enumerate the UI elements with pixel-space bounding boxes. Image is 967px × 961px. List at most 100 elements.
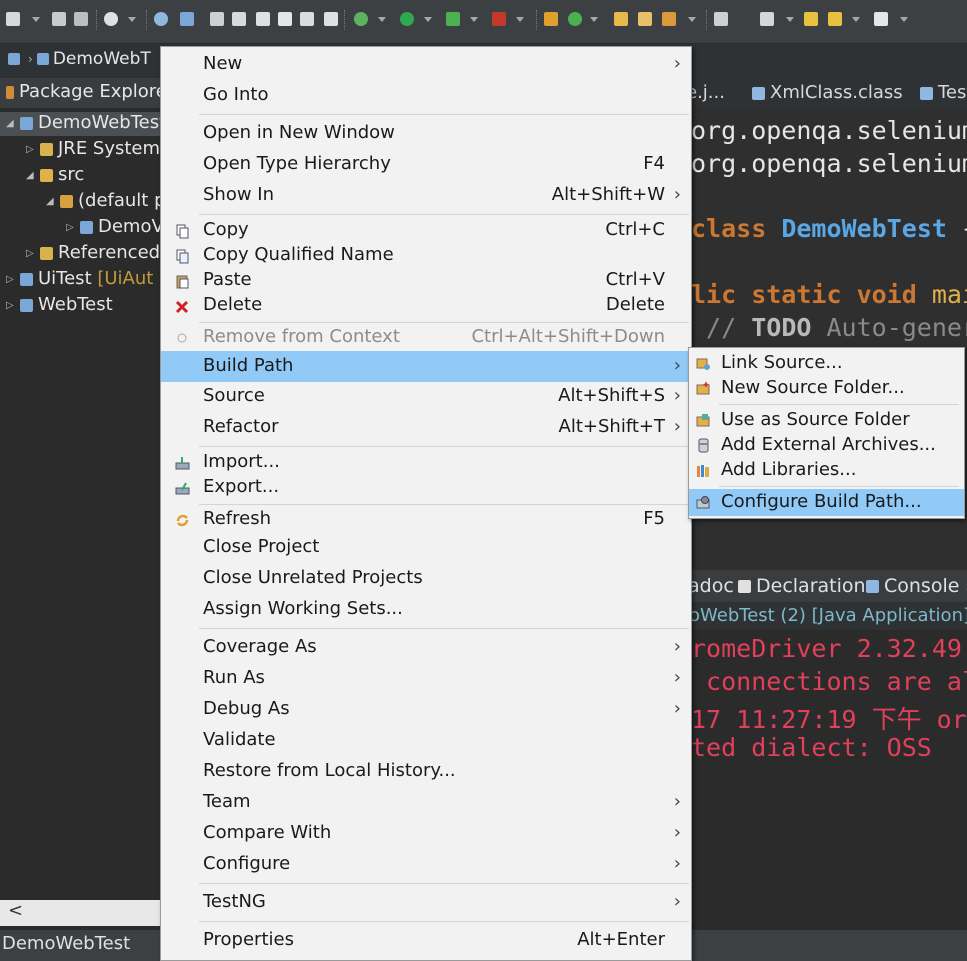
scroll-left-icon[interactable]: < [8, 900, 23, 921]
expand-icon[interactable]: ▷ [6, 274, 20, 285]
editor-tab-test[interactable]: Test [920, 82, 967, 103]
menu-item-close-project[interactable]: Close Project [161, 534, 691, 562]
submenu-item-use-as-source-folder[interactable]: Use as Source Folder [689, 407, 964, 434]
tree-item-uitest[interactable]: ▷ UiTest [UiAut [6, 268, 153, 292]
menu-item-close-unrelated-projects[interactable]: Close Unrelated Projects [161, 565, 691, 593]
open-folder-icon[interactable] [614, 12, 628, 26]
workspace-icon[interactable] [8, 53, 20, 65]
menu-item-validate[interactable]: Validate [161, 727, 691, 755]
tree-item-webtest[interactable]: ▷ WebTest [6, 294, 113, 318]
skip-breakpoints-icon[interactable] [154, 12, 168, 26]
search-pin-icon[interactable] [232, 12, 246, 26]
debug-dropdown-icon[interactable] [128, 17, 136, 22]
submenu-item-configure-build-path[interactable]: Configure Build Path... [689, 489, 964, 516]
tree-item-referenced[interactable]: ▷ Referenced [26, 242, 160, 266]
menu-item-debug-as[interactable]: Debug As › [161, 696, 691, 724]
submenu-item-new-source-folder[interactable]: New Source Folder... [689, 375, 964, 402]
menu-item-export[interactable]: Export... [161, 474, 691, 502]
javadoc-tab[interactable]: adoc [688, 575, 734, 597]
forward-dropdown-icon[interactable] [900, 17, 908, 22]
submenu-item-link-source[interactable]: Link Source... [689, 350, 964, 377]
tree-item-src[interactable]: ◢ src [26, 164, 84, 188]
menu-item-properties[interactable]: Properties Alt+Enter [161, 927, 691, 955]
menu-item-refresh[interactable]: Refresh F5 [161, 506, 691, 534]
menu-item-import[interactable]: Import... [161, 449, 691, 477]
back-arrow-icon[interactable] [828, 12, 842, 26]
debug-arrow-dropdown-icon[interactable] [378, 17, 386, 22]
menu-item-copy-qualified-name[interactable]: Copy Qualified Name [161, 242, 691, 270]
prev-annotation-dropdown-icon[interactable] [786, 17, 794, 22]
coverage-icon[interactable] [446, 12, 460, 26]
save-icon[interactable] [52, 12, 66, 26]
menu-item-open-type-hierarchy[interactable]: Open Type Hierarchy F4 [161, 151, 691, 179]
menu-item-build-path[interactable]: Build Path › [161, 351, 691, 382]
book-icon[interactable] [278, 12, 292, 26]
forward-arrow-icon[interactable] [874, 12, 888, 26]
external-tools-dropdown-icon[interactable] [516, 17, 524, 22]
debug-person-icon[interactable] [104, 12, 118, 26]
new-icon[interactable] [6, 12, 20, 26]
collapse-icon[interactable]: ◢ [46, 196, 60, 207]
menu-item-copy[interactable]: Copy Ctrl+C [161, 217, 691, 245]
list-icon[interactable] [300, 12, 314, 26]
declaration-tab[interactable]: Declaration [738, 575, 866, 597]
expand-icon[interactable]: ▷ [26, 248, 40, 259]
external-tools-icon[interactable] [492, 12, 506, 26]
menu-item-testng[interactable]: TestNG › [161, 889, 691, 917]
horizontal-scrollbar[interactable]: < [0, 900, 185, 926]
open-task-icon[interactable] [638, 12, 652, 26]
package-explorer-tab[interactable]: Package Explore [0, 78, 185, 108]
tree-item-demowebtest[interactable]: ◢ DemoWebTest [0, 112, 185, 136]
menu-item-compare-with[interactable]: Compare With › [161, 820, 691, 848]
tree-item-demo-class[interactable]: ▷ DemoV [66, 216, 164, 240]
debug-arrow-icon[interactable] [354, 12, 368, 26]
brush-dropdown-icon[interactable] [688, 17, 696, 22]
menu-item-delete[interactable]: Delete Delete [161, 292, 691, 320]
menu-item-configure[interactable]: Configure › [161, 851, 691, 879]
collapse-icon[interactable]: ◢ [26, 170, 40, 181]
menu-item-new[interactable]: New › [161, 51, 691, 79]
new-dropdown-icon[interactable] [32, 17, 40, 22]
menu-item-go-into[interactable]: Go Into [161, 82, 691, 110]
menu-item-restore-local-history[interactable]: Restore from Local History... [161, 758, 691, 786]
tree-item-default-package[interactable]: ◢ (default p [46, 190, 166, 214]
last-edit-icon[interactable] [804, 12, 818, 26]
expand-icon[interactable]: ▷ [26, 144, 40, 155]
new-class-dropdown-icon[interactable] [590, 17, 598, 22]
paragraph-icon[interactable] [324, 12, 338, 26]
open-type-icon[interactable] [180, 12, 194, 26]
editor-tab-xmlclass[interactable]: XmlClass.class [752, 82, 903, 103]
menu-item-paste[interactable]: Paste Ctrl+V [161, 267, 691, 295]
prev-annotation-icon[interactable] [760, 12, 774, 26]
breadcrumb-project[interactable]: DemoWebT [53, 49, 151, 69]
menu-item-refactor[interactable]: Refactor Alt+Shift+T › [161, 414, 691, 442]
menu-item-assign-working-sets[interactable]: Assign Working Sets... [161, 596, 691, 624]
expand-icon[interactable]: ▷ [6, 300, 20, 311]
run-icon[interactable] [400, 12, 414, 26]
run-dropdown-icon[interactable] [424, 17, 432, 22]
menu-item-open-new-window[interactable]: Open in New Window [161, 120, 691, 148]
coverage-dropdown-icon[interactable] [470, 17, 478, 22]
task-icon[interactable] [256, 12, 270, 26]
menu-item-shortcut: Alt+Shift+T [558, 416, 665, 437]
expand-icon[interactable]: ▷ [66, 222, 80, 233]
menu-item-coverage-as[interactable]: Coverage As › [161, 634, 691, 662]
tree-item-jre-system[interactable]: ▷ JRE System [26, 138, 160, 162]
brush-icon[interactable] [662, 12, 676, 26]
source-folder-icon [40, 168, 53, 182]
submenu-item-add-libraries[interactable]: Add Libraries... [689, 457, 964, 484]
new-java-project-icon[interactable] [544, 12, 558, 26]
save-all-icon[interactable] [74, 12, 88, 26]
new-class-icon[interactable] [568, 12, 582, 26]
toggle-mark-icon[interactable] [210, 12, 224, 26]
next-annotation-icon[interactable] [714, 12, 728, 26]
collapse-icon[interactable]: ◢ [6, 118, 20, 129]
menu-item-label: Export... [203, 476, 280, 497]
menu-item-run-as[interactable]: Run As › [161, 665, 691, 693]
back-dropdown-icon[interactable] [852, 17, 860, 22]
menu-item-show-in[interactable]: Show In Alt+Shift+W › [161, 182, 691, 210]
submenu-item-add-external-archives[interactable]: Add External Archives... [689, 432, 964, 459]
menu-item-source[interactable]: Source Alt+Shift+S › [161, 383, 691, 411]
console-tab[interactable]: Console ✖ [866, 575, 967, 597]
menu-item-team[interactable]: Team › [161, 789, 691, 817]
